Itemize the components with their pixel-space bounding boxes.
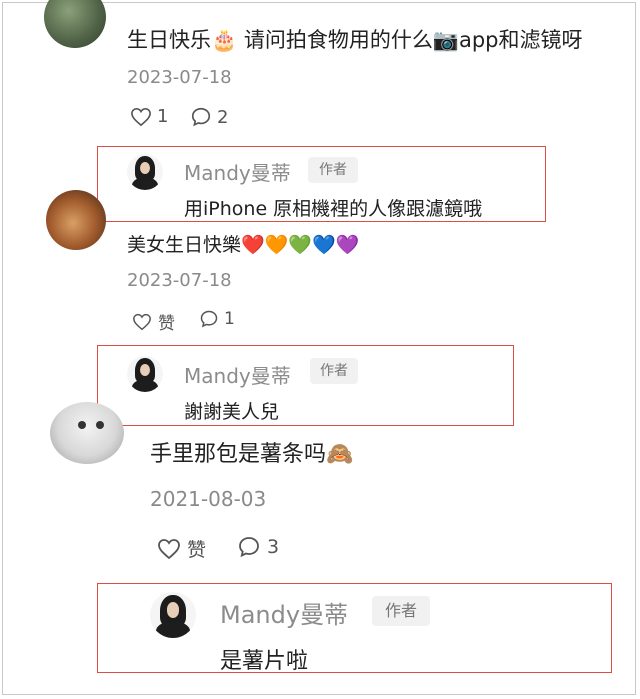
heart-outline-icon <box>130 107 152 127</box>
author-avatar[interactable] <box>150 592 196 638</box>
reply-count: 3 <box>267 536 280 558</box>
speech-bubble-icon <box>190 106 212 128</box>
comment-text: 手里那包是薯条吗🙈 <box>150 442 354 467</box>
author-avatar[interactable] <box>127 154 163 190</box>
commenter-avatar[interactable] <box>46 190 106 250</box>
speech-bubble-icon <box>199 309 219 329</box>
comment-date: 2023-07-18 <box>127 67 232 88</box>
reply-text: 謝謝美人兒 <box>184 401 280 423</box>
reply-author-name[interactable]: Mandy曼蒂 <box>220 595 348 630</box>
author-badge: 作者 <box>372 596 430 626</box>
reply-text: 是薯片啦 <box>220 649 309 674</box>
reply-author-name[interactable]: Mandy曼蒂 <box>184 157 291 186</box>
reply-author-name[interactable]: Mandy曼蒂 <box>184 360 291 389</box>
comment-text: 生日快乐🎂 请问拍食物用的什么📷app和滤镜呀 <box>127 28 583 52</box>
heart-outline-icon <box>132 313 152 331</box>
commenter-avatar[interactable] <box>50 402 124 464</box>
reply-count: 2 <box>217 106 229 128</box>
comment-text: 美女生日快樂❤️🧡💚💙💜 <box>127 234 360 256</box>
like-button[interactable]: 赞 <box>132 309 175 334</box>
like-label: 赞 <box>158 314 175 334</box>
comment-date: 2021-08-03 <box>150 487 267 511</box>
like-button[interactable]: 赞 <box>157 535 206 562</box>
comment-date: 2023-07-18 <box>127 270 232 291</box>
heart-outline-icon <box>157 538 181 560</box>
author-avatar[interactable] <box>127 356 163 392</box>
like-label: 赞 <box>187 539 207 561</box>
reply-button[interactable]: 2 <box>190 106 228 128</box>
reply-count: 1 <box>224 309 235 329</box>
author-reply-highlight <box>97 345 514 426</box>
speech-bubble-icon <box>237 535 261 559</box>
author-badge: 作者 <box>308 157 358 183</box>
reply-button[interactable]: 3 <box>237 535 279 559</box>
reply-text: 用iPhone 原相機裡的人像跟濾鏡哦 <box>184 198 483 220</box>
like-button[interactable]: 1 <box>130 106 168 127</box>
like-count: 1 <box>157 106 169 127</box>
reply-button[interactable]: 1 <box>199 309 235 329</box>
author-badge: 作者 <box>310 358 358 384</box>
